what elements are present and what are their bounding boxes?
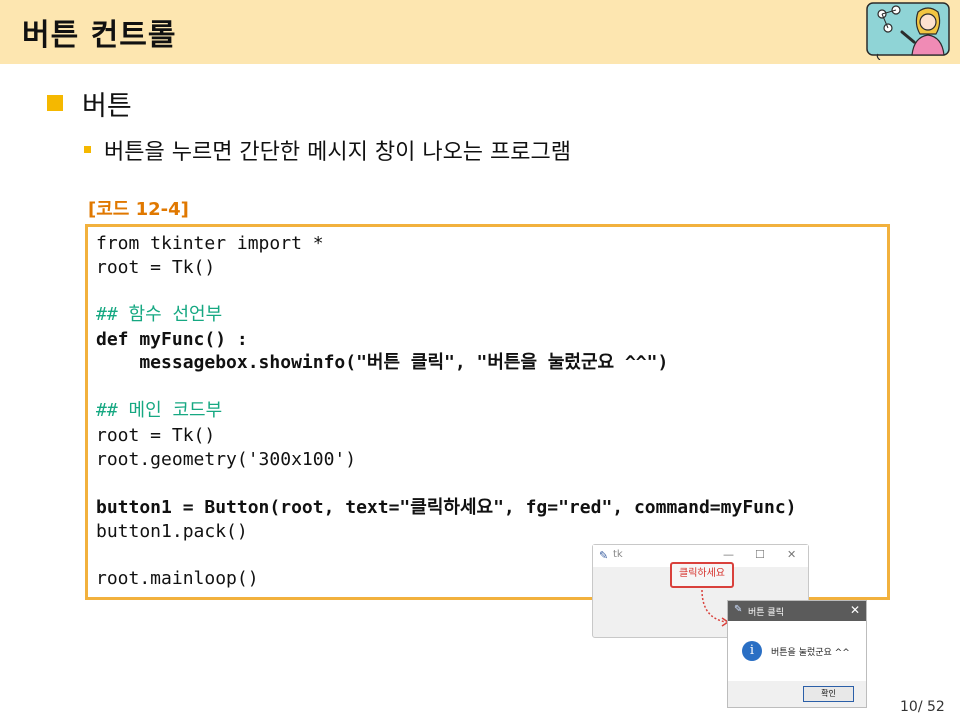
slide-header: 버튼 컨트롤: [0, 0, 960, 64]
tk-feather-icon: ✎: [599, 549, 609, 562]
code-line: root.mainloop(): [96, 568, 259, 589]
code-comment: ## 메인 코드부: [96, 400, 223, 421]
message-box-titlebar: ✎ 버튼 클릭 ✕: [728, 601, 866, 621]
tk-feather-icon: ✎: [734, 604, 743, 615]
click-me-button[interactable]: 클릭하세요: [670, 562, 734, 588]
code-comment: ## 함수 선언부: [96, 304, 223, 325]
message-box: ✎ 버튼 클릭 ✕ i 버튼을 눌렀군요 ^^ 확인: [727, 600, 867, 708]
presenter-avatar-icon: [866, 2, 950, 60]
minimize-button[interactable]: —: [723, 548, 734, 561]
sub-bullet-text: 버튼을 누르면 간단한 메시지 창이 나오는 프로그램: [104, 140, 572, 165]
tk-window-title: tk: [613, 549, 623, 560]
message-text: 버튼을 눌렀군요 ^^: [771, 648, 850, 658]
code-line: messagebox.showinfo("버튼 클릭", "버튼을 눌렀군요 ^…: [96, 352, 669, 373]
code-caption: [코드 12-4]: [88, 199, 189, 220]
code-line: button1 = Button(root, text="클릭하세요", fg=…: [96, 497, 797, 518]
message-box-body: i 버튼을 눌렀군요 ^^: [728, 621, 866, 681]
page-number: 10/ 52: [900, 699, 945, 715]
message-box-title: 버튼 클릭: [748, 608, 784, 618]
code-line: root = Tk(): [96, 425, 216, 446]
code-line: root.geometry('300x100'): [96, 449, 357, 470]
code-line: button1.pack(): [96, 521, 248, 542]
maximize-button[interactable]: ☐: [755, 548, 765, 561]
info-icon: i: [742, 641, 762, 661]
ok-button[interactable]: 확인: [803, 686, 854, 702]
slide-title: 버튼 컨트롤: [22, 18, 177, 53]
code-line: def myFunc() :: [96, 329, 248, 350]
code-line: root = Tk(): [96, 257, 216, 278]
sub-bullet-square-icon: [84, 146, 91, 153]
close-icon[interactable]: ✕: [850, 603, 860, 617]
code-line: from tkinter import *: [96, 233, 324, 254]
close-button[interactable]: ✕: [787, 548, 796, 561]
bullet-square-icon: [47, 95, 63, 111]
bullet-heading: 버튼: [82, 91, 132, 122]
